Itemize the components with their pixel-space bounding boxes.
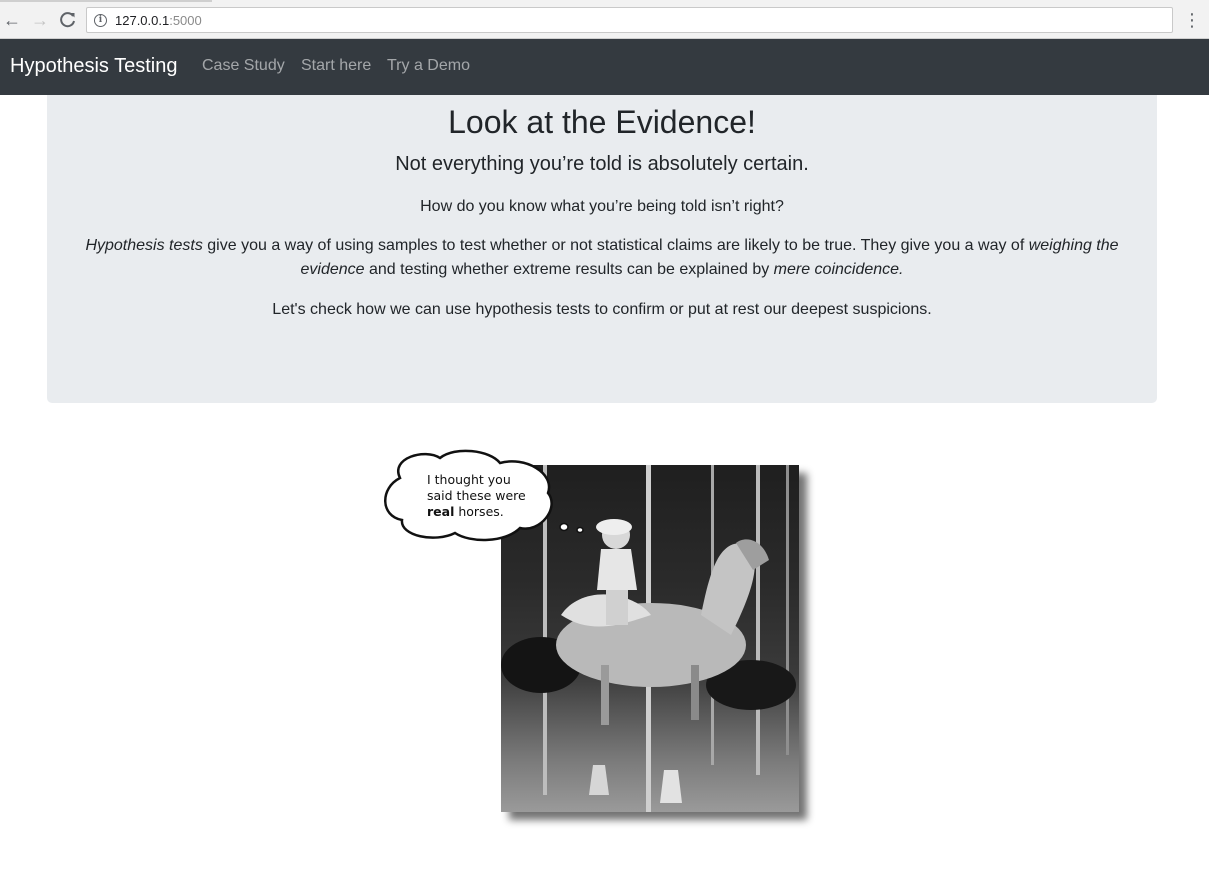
closing-text: Let's check how we can use hypothesis te…	[272, 301, 932, 318]
bubble-line-1: I thought you	[427, 472, 511, 487]
paragraph-text-1: give you a way of using samples to test …	[202, 237, 1029, 254]
intro-question: How do you know what you’re being told i…	[420, 198, 784, 215]
browser-menu-icon[interactable]: ⋮	[1183, 9, 1201, 31]
reload-glyph	[60, 12, 75, 28]
bubble-line-2: said these were	[427, 488, 526, 503]
nav-link-case-study[interactable]: Case Study	[202, 57, 285, 75]
bubble-rest: horses.	[454, 504, 504, 519]
intro-paragraph: Hypothesis tests give you a way of using…	[47, 234, 1157, 282]
paragraph-text-2: and testing whether extreme results can …	[364, 261, 774, 278]
url-host: 127.0.0.1	[115, 13, 170, 28]
back-arrow-icon[interactable]: ←	[2, 10, 22, 30]
tab-strip-edge	[0, 0, 212, 2]
thought-dots	[559, 522, 584, 534]
forward-arrow-icon[interactable]: →	[30, 10, 50, 30]
bubble-line-3: real horses.	[427, 504, 537, 520]
site-navbar: Hypothesis Testing Case Study Start here…	[0, 39, 1209, 95]
address-bar[interactable]: i 127.0.0.1:5000	[86, 7, 1173, 33]
lead-text: Not everything you’re told is absolutely…	[395, 153, 809, 175]
url-text: 127.0.0.1:5000	[115, 13, 202, 28]
bubble-bold-word: real	[427, 504, 455, 519]
page-title: Look at the Evidence!	[448, 104, 756, 140]
browser-toolbar: ← → i 127.0.0.1:5000 ⋮	[0, 0, 1209, 39]
reload-icon[interactable]	[58, 10, 78, 30]
emphasis-mere-coincidence: mere coincidence.	[773, 261, 904, 278]
intro-jumbotron: Look at the Evidence! Not everything you…	[47, 95, 1157, 403]
thought-bubble-text: I thought you said these were real horse…	[427, 472, 537, 520]
navbar-brand[interactable]: Hypothesis Testing	[10, 55, 178, 78]
emphasis-hypothesis-tests: Hypothesis tests	[85, 237, 203, 254]
info-icon[interactable]: i	[94, 14, 107, 27]
nav-link-start-here[interactable]: Start here	[301, 57, 371, 75]
nav-link-try-demo[interactable]: Try a Demo	[387, 57, 470, 75]
url-port: :5000	[169, 13, 202, 28]
